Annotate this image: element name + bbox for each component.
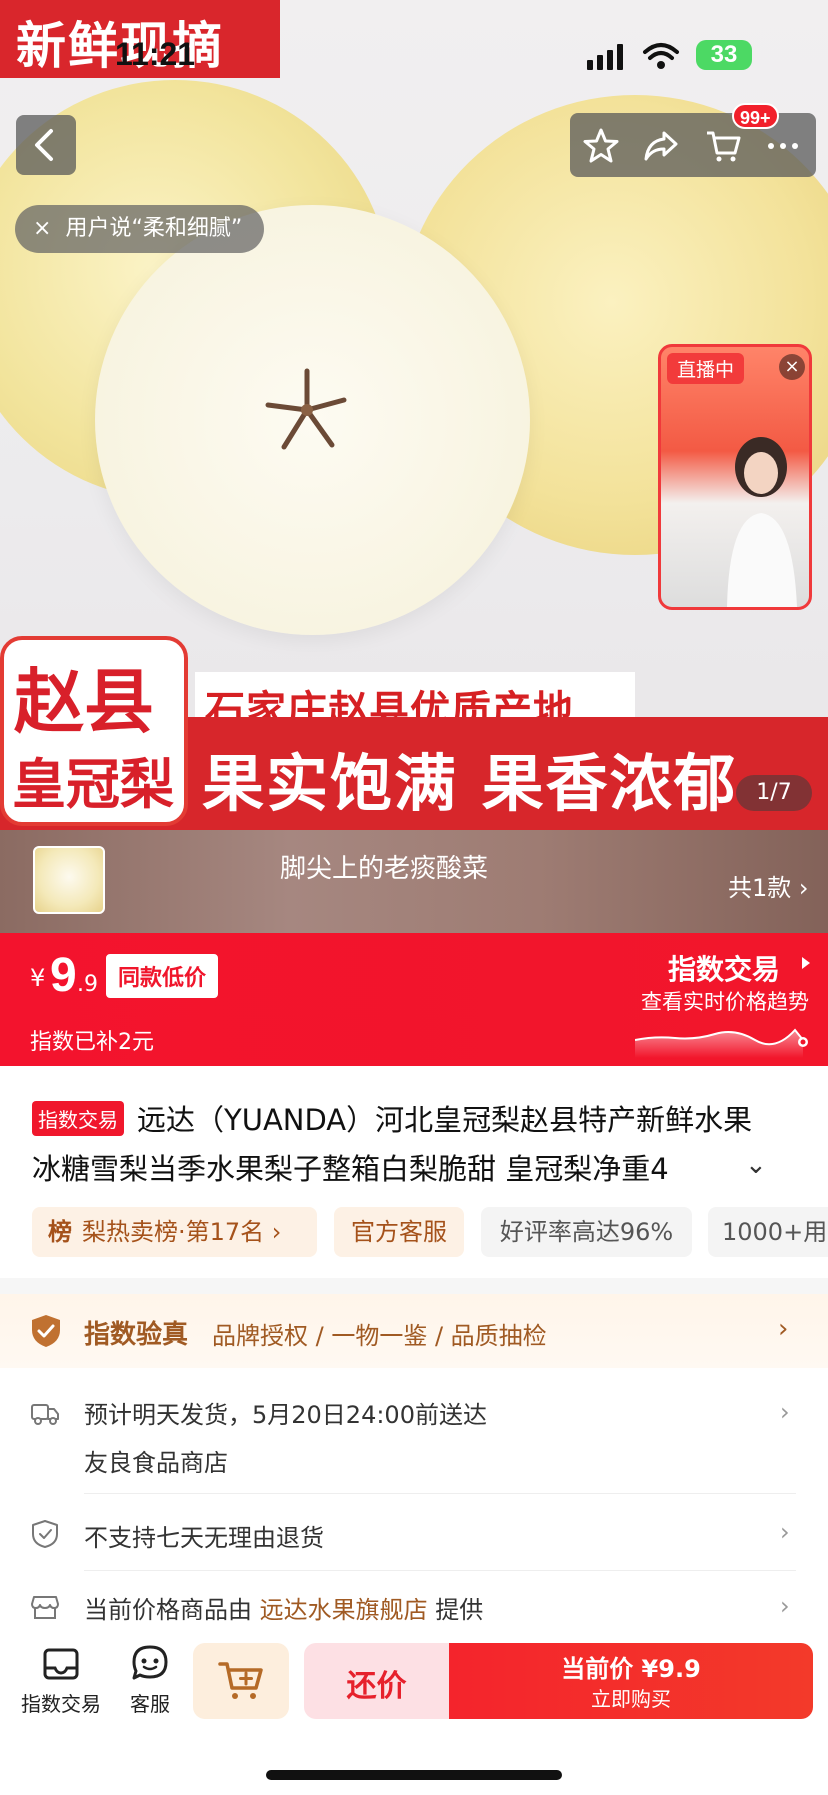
verify-desc: 品牌授权 / 一物一鉴 / 品质抽检: [212, 1322, 547, 1350]
subsidy-text: 指数已补2元: [30, 1030, 154, 1055]
cart-icon[interactable]: [704, 127, 742, 165]
provider-store-link[interactable]: 远达水果旗舰店: [260, 1596, 428, 1624]
shop-name: 友良食品商店: [84, 1449, 228, 1477]
wifi-icon: [643, 43, 679, 60]
sku-count[interactable]: 共1款 ›: [728, 868, 809, 903]
index-trade-link[interactable]: 指数交易: [668, 948, 780, 988]
add-cart-icon: [218, 1662, 263, 1699]
back-icon: [35, 129, 53, 161]
buy-now-button[interactable]: 当前价 ¥9.9 立即购买: [449, 1643, 813, 1719]
returns-text: 不支持七天无理由退货: [84, 1524, 324, 1552]
variety-badge: 赵县 皇冠梨: [0, 636, 188, 826]
image-pager: 1/7: [736, 775, 812, 811]
shield-check-icon: [32, 1315, 60, 1347]
row-divider: [84, 1570, 796, 1571]
provider-text: 当前价格商品由 远达水果旗舰店 提供: [84, 1590, 483, 1625]
product-title-line1: 远达（YUANDA）河北皇冠梨赵县特产新鲜水果: [137, 1103, 753, 1137]
provider-prefix: 当前价格商品由: [84, 1596, 252, 1624]
live-close-button[interactable]: ×: [779, 354, 805, 380]
live-stream-card[interactable]: 直播中 ×: [658, 344, 812, 610]
buy-price-label: 当前价 ¥9.9: [561, 1655, 701, 1683]
price-decimal: .9: [77, 972, 98, 997]
chat-bubble-icon: [132, 1645, 168, 1680]
users-chip[interactable]: 1000+用户: [708, 1207, 828, 1257]
delivery-text: 预计明天发货，5月20日24:00前送达: [84, 1401, 487, 1429]
provider-suffix: 提供: [435, 1596, 484, 1624]
top-nav-actions: [570, 113, 816, 177]
truck-icon: [31, 1404, 59, 1425]
chevron-right-icon: ›: [780, 1518, 790, 1546]
rank-text: 梨热卖榜·第17名 ›: [82, 1218, 282, 1246]
chevron-right-icon: ›: [778, 1314, 789, 1344]
official-service-chip[interactable]: 官方客服: [334, 1207, 464, 1257]
variety-badge-line1: 赵县: [14, 661, 154, 743]
close-icon[interactable]: ×: [33, 216, 51, 241]
review-chip-text: 用户说“柔和细腻”: [65, 216, 243, 241]
section-divider: [0, 1278, 828, 1294]
product-title-line2: 冰糖雪梨当季水果梨子整箱白梨脆甜 皇冠梨净重4: [32, 1152, 669, 1186]
review-chip[interactable]: × 用户说“柔和细腻”: [15, 205, 265, 253]
sku-thumbnail[interactable]: [33, 846, 105, 914]
index-trade-icon: [43, 1648, 79, 1680]
bargain-label: 还价: [346, 1669, 407, 1704]
price-integer: 9: [50, 949, 77, 1002]
row-divider: [84, 1493, 796, 1494]
favorite-star-icon[interactable]: [582, 127, 620, 165]
variety-badge-line2: 皇冠梨: [12, 753, 174, 816]
hot-rank-chip[interactable]: 榜梨热卖榜·第17名 ›: [32, 1207, 317, 1257]
back-button[interactable]: [16, 115, 76, 175]
battery-indicator: 33: [696, 40, 752, 70]
buy-now-label: 立即购买: [591, 1687, 671, 1711]
signal-icon: [587, 44, 623, 70]
verify-title: 指数验真: [84, 1320, 189, 1350]
customer-service-label: 客服: [130, 1692, 170, 1716]
bargain-button[interactable]: 还价: [304, 1643, 449, 1719]
store-icon: [31, 1596, 59, 1619]
title-tag: 指数交易: [32, 1101, 124, 1136]
status-time: 11:21: [115, 36, 196, 72]
rank-icon: 榜: [48, 1218, 72, 1246]
streamer-avatar: [727, 437, 797, 607]
chevron-right-icon: ›: [780, 1398, 790, 1426]
good-rate-chip[interactable]: 好评率高达96%: [481, 1207, 692, 1257]
expand-title-icon[interactable]: ⌄: [745, 1150, 767, 1180]
price-currency: ¥: [30, 964, 46, 992]
price-trend-link[interactable]: 查看实时价格趋势: [641, 986, 809, 1016]
home-indicator: [266, 1770, 562, 1780]
cart-count-badge: 99+: [732, 103, 779, 129]
low-price-tag: 同款低价: [106, 954, 219, 998]
pear-core: [265, 368, 347, 450]
chevron-right-icon: ›: [780, 1592, 790, 1620]
banner-main-text: 果实饱满 果香浓郁: [202, 747, 738, 820]
sku-name: 脚尖上的老痰酸菜: [280, 854, 489, 884]
shield-icon: [32, 1520, 58, 1548]
share-icon[interactable]: [642, 127, 680, 165]
provider-row[interactable]: 当前价格商品由 远达水果旗舰店 提供 ›: [0, 1572, 828, 1638]
caret-right-icon: [802, 957, 810, 969]
index-trade-label: 指数交易: [21, 1692, 101, 1716]
price-trend-sparkline: [635, 1028, 808, 1058]
add-to-cart-button[interactable]: [193, 1643, 289, 1719]
live-label: 直播中: [667, 353, 745, 384]
delivery-row[interactable]: 预计明天发货，5月20日24:00前送达 友良食品商店 ›: [0, 1368, 828, 1494]
returns-row[interactable]: 不支持七天无理由退货 ›: [0, 1495, 828, 1571]
more-icon[interactable]: [764, 127, 802, 165]
